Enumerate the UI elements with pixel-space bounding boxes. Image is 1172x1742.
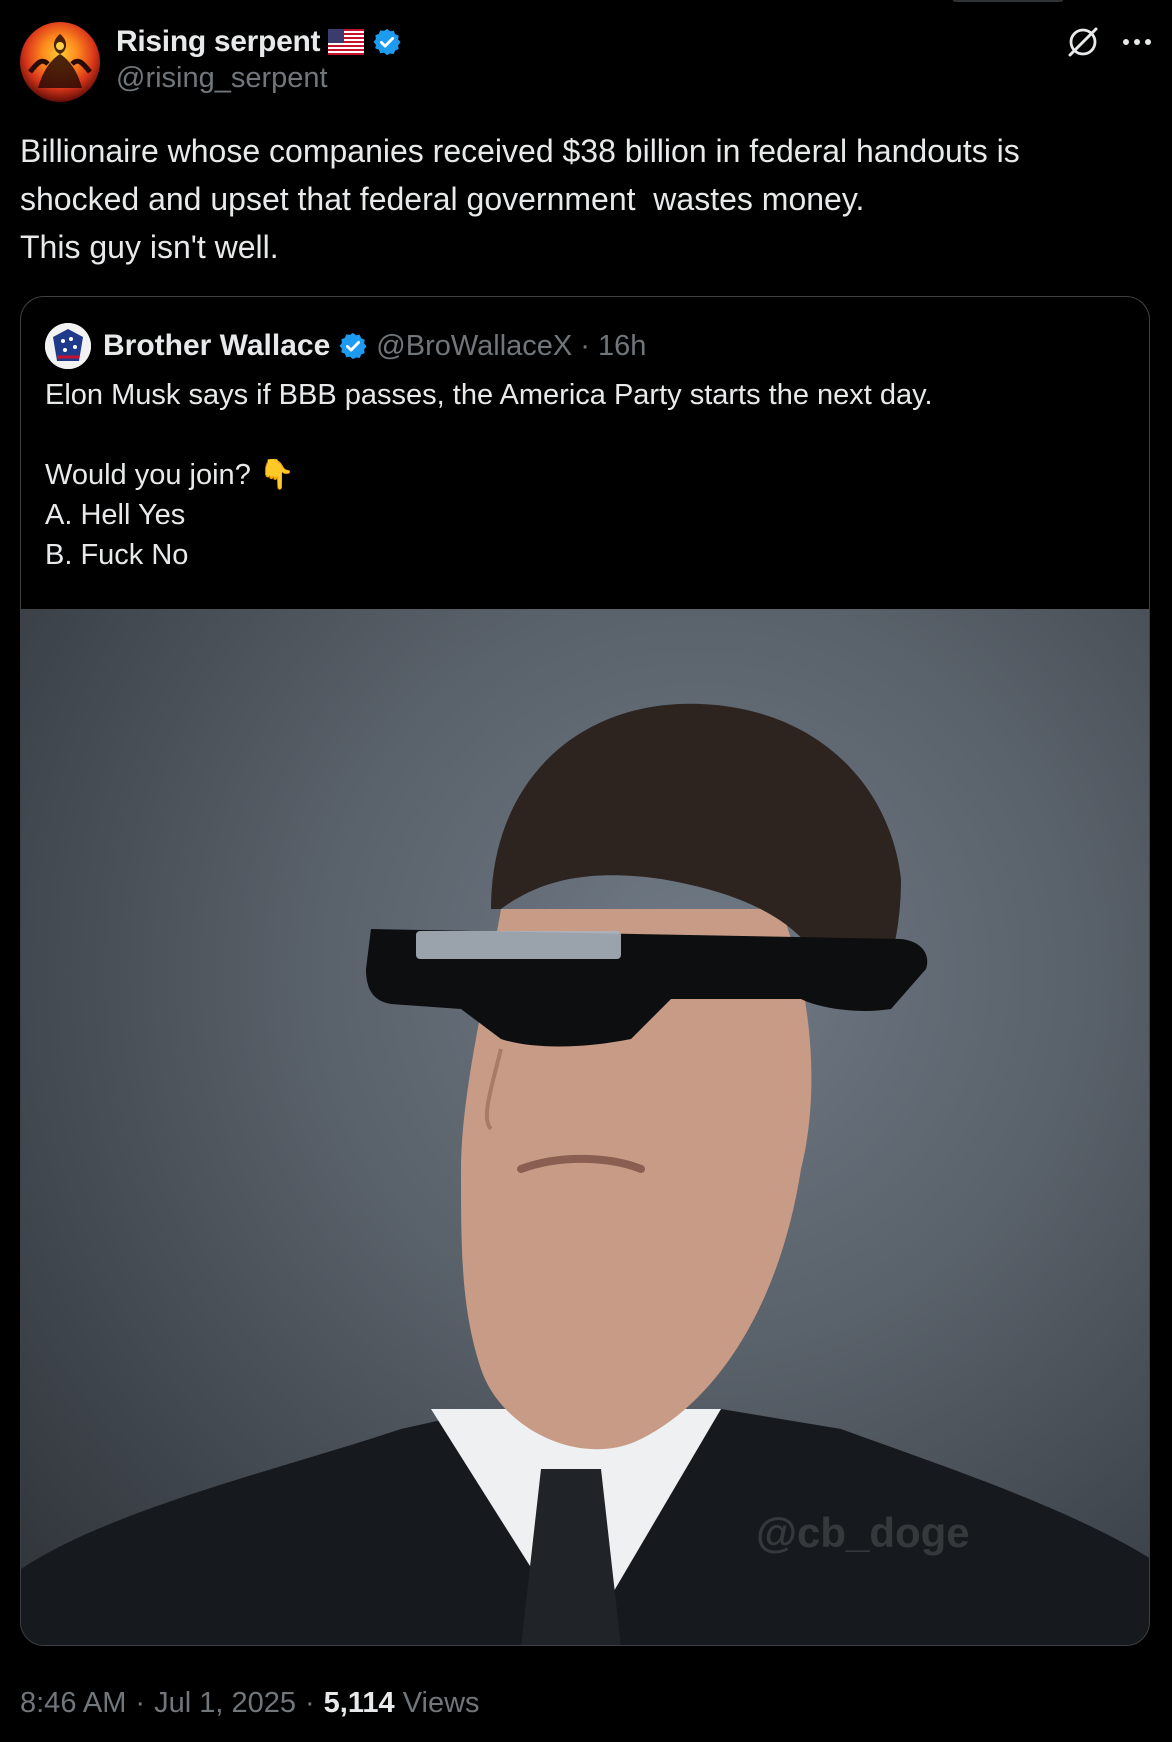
views-stat[interactable]: 5,114 Views [324,1687,480,1720]
quoted-time[interactable]: 16h [598,330,646,363]
post-time[interactable]: 8:46 AM [20,1687,126,1720]
image-watermark: @cb_doge [756,1509,970,1556]
flag-icon [328,29,365,55]
quoted-text-line: Elon Musk says if BBB passes, the Americ… [45,379,933,411]
quoted-text-line [45,415,1125,455]
tweet-text-line: shocked and upset that federal governmen… [20,181,865,217]
quoted-text-line: B. Fuck No [45,539,189,571]
verified-badge-icon[interactable] [372,27,402,57]
quoted-avatar[interactable] [45,323,91,369]
quoted-text-line: A. Hell Yes [45,499,186,531]
quoted-media-image[interactable]: @cb_doge [21,609,1149,1645]
tweet-text-line: This guy isn't well. [20,229,279,265]
footer-separator: · [304,1686,315,1719]
quoted-text: Elon Musk says if BBB passes, the Americ… [45,375,1125,575]
grok-icon[interactable] [1066,25,1100,59]
portrait-illustration [21,703,1149,1645]
author-display-name[interactable]: Rising serpent [116,25,320,59]
footer-separator: · [135,1686,146,1719]
tweet-header: Rising serpent @rising_serpent [20,22,1152,102]
quoted-display-name[interactable]: Brother Wallace [103,329,330,363]
quoted-tweet[interactable]: Brother Wallace @BroWallaceX · 16h Elon … [20,296,1150,1646]
more-icon[interactable] [1122,37,1152,47]
post-date[interactable]: Jul 1, 2025 [154,1687,296,1720]
tweet-footer: 8:46 AM · Jul 1, 2025 · 5,114 Views [20,1683,480,1723]
quoted-separator: · [580,329,590,362]
quoted-handle[interactable]: @BroWallaceX [376,330,572,363]
tweet-text: Billionaire whose companies received $38… [20,127,1140,271]
quoted-text-line: Would you join? 👇 [45,459,295,491]
views-count: 5,114 [323,1686,395,1719]
top-pill [952,0,1064,2]
author-handle[interactable]: @rising_serpent [116,62,328,95]
verified-badge-icon[interactable] [338,331,368,361]
tweet-text-line: Billionaire whose companies received $38… [20,133,1020,169]
views-label: Views [402,1686,480,1719]
author-avatar[interactable] [20,22,100,102]
quoted-header: Brother Wallace @BroWallaceX · 16h [45,323,646,369]
